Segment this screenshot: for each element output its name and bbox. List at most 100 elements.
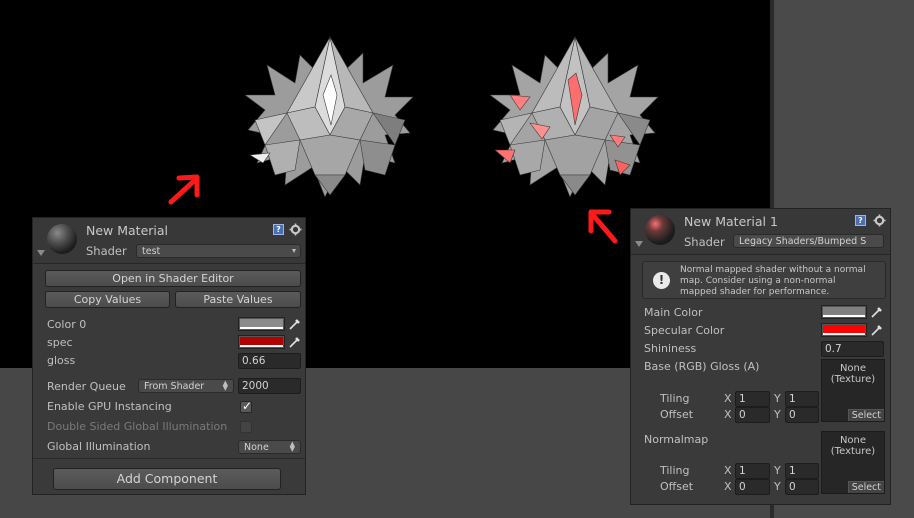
- material-title: New Material: [86, 223, 169, 238]
- shininess-label: Shininess: [644, 342, 697, 355]
- eyedropper-icon[interactable]: [289, 336, 301, 348]
- red-arrow-right-icon: [588, 209, 618, 244]
- double-sided-gi-label: Double Sided Global Illumination: [47, 420, 228, 433]
- offset-x-input[interactable]: 0: [735, 407, 770, 423]
- shininess-input[interactable]: 0.7: [821, 341, 884, 357]
- texture-none-text: None: [839, 435, 867, 446]
- base-texture-slot[interactable]: None (Texture) Select: [821, 359, 885, 422]
- foldout-arrow-icon[interactable]: [635, 241, 643, 247]
- main-color-field[interactable]: [821, 305, 867, 319]
- help-line: map. Consider using a non-normal: [680, 276, 836, 286]
- main-color-label: Main Color: [644, 306, 703, 319]
- offset-label: Offset: [660, 480, 694, 493]
- shader-dropdown[interactable]: Legacy Shaders/Bumped S: [733, 234, 884, 248]
- open-shader-editor-button[interactable]: Open in Shader Editor: [45, 270, 301, 287]
- material-title: New Material 1: [684, 214, 778, 229]
- render-queue-dropdown[interactable]: From Shader ▲ ▼: [138, 379, 234, 393]
- spiky-mesh-right: [490, 35, 659, 198]
- help-box: ! Normal mapped shader without a normal …: [642, 261, 886, 299]
- main-color-alpha: [823, 315, 865, 317]
- gloss-input[interactable]: 0.66: [238, 353, 301, 369]
- offset-x-input[interactable]: 0: [735, 479, 770, 495]
- specular-color-alpha: [823, 333, 865, 335]
- help-line: Normal mapped shader without a normal: [680, 265, 866, 275]
- tiling-label: Tiling: [660, 392, 690, 405]
- normalmap-slot[interactable]: None (Texture) Select: [821, 431, 885, 494]
- texture-type-text: (Texture): [830, 446, 876, 457]
- color0-swatch: [240, 319, 283, 327]
- texture-select-button[interactable]: Select: [847, 481, 884, 493]
- render-queue-input[interactable]: 2000: [238, 378, 301, 394]
- offset-x-label: X: [724, 480, 732, 493]
- specular-color-field[interactable]: [821, 323, 867, 337]
- help-icon[interactable]: ?: [855, 215, 866, 226]
- material-header: New Material Shader test ?: [33, 218, 305, 264]
- global-illumination-label: Global Illumination: [47, 440, 151, 453]
- chevron-down-icon: [292, 249, 296, 253]
- tiling-x-label: X: [724, 392, 732, 405]
- copy-values-button[interactable]: Copy Values: [45, 291, 170, 308]
- main-color-swatch: [823, 307, 865, 315]
- shader-value: Legacy Shaders/Bumped S: [739, 236, 867, 247]
- offset-y-input[interactable]: 0: [785, 407, 819, 423]
- spec-color-field[interactable]: [238, 335, 285, 349]
- shader-label: Shader: [684, 235, 725, 249]
- material-header: New Material 1 Shader Legacy Shaders/Bum…: [631, 209, 890, 255]
- color0-alpha: [240, 327, 283, 329]
- tiling-y-label: Y: [774, 392, 781, 405]
- normalmap-label: Normalmap: [644, 433, 709, 446]
- material-preview-sphere: [47, 224, 77, 254]
- divider: [33, 458, 305, 459]
- info-icon: !: [653, 272, 670, 289]
- updown-arrow-icon: ▲ ▼: [222, 379, 228, 392]
- gear-icon[interactable]: [289, 223, 302, 236]
- global-illumination-dropdown[interactable]: None ▲ ▼: [238, 440, 301, 454]
- eyedropper-icon[interactable]: [289, 318, 301, 330]
- gloss-label: gloss: [47, 354, 76, 367]
- texture-type-text: (Texture): [830, 374, 876, 385]
- specular-color-label: Specular Color: [644, 324, 725, 337]
- texture-select-button[interactable]: Select: [847, 409, 884, 421]
- material-inspector-right: New Material 1 Shader Legacy Shaders/Bum…: [630, 208, 891, 505]
- eyedropper-icon[interactable]: [871, 306, 883, 318]
- tiling-y-input[interactable]: 1: [785, 391, 819, 407]
- material-inspector-left: New Material Shader test ? Open in Shade…: [32, 217, 306, 495]
- shader-value: test: [142, 246, 161, 257]
- tiling-x-input[interactable]: 1: [735, 391, 770, 407]
- tiling-x-input[interactable]: 1: [735, 463, 770, 479]
- help-line: mapped shader for performance.: [680, 287, 830, 297]
- render-queue-mode: From Shader: [144, 381, 205, 392]
- offset-y-label: Y: [774, 408, 781, 421]
- offset-label: Offset: [660, 408, 694, 421]
- base-texture-label: Base (RGB) Gloss (A): [644, 360, 760, 373]
- updown-arrow-icon: ▲ ▼: [289, 440, 295, 453]
- red-arrow-left-icon: [168, 174, 200, 205]
- eyedropper-icon[interactable]: [871, 324, 883, 336]
- help-icon[interactable]: ?: [273, 224, 284, 235]
- material-preview-sphere: [645, 215, 675, 245]
- gpu-instancing-label: Enable GPU Instancing: [47, 400, 172, 413]
- specular-color-swatch: [823, 325, 865, 333]
- tiling-y-label: Y: [774, 464, 781, 477]
- help-text: Normal mapped shader without a normal ma…: [680, 265, 866, 298]
- color0-field[interactable]: [238, 317, 285, 331]
- tiling-y-input[interactable]: 1: [785, 463, 819, 479]
- gear-icon[interactable]: [873, 214, 886, 227]
- shader-dropdown[interactable]: test: [136, 244, 301, 258]
- paste-values-button[interactable]: Paste Values: [175, 291, 301, 308]
- spec-label: spec: [47, 336, 73, 349]
- add-component-button[interactable]: Add Component: [53, 468, 281, 490]
- global-illumination-value: None: [244, 442, 269, 453]
- offset-y-label: Y: [774, 480, 781, 493]
- offset-y-input[interactable]: 0: [785, 479, 819, 495]
- gpu-instancing-checkbox[interactable]: ✓: [240, 399, 253, 413]
- texture-none-text: None: [839, 363, 867, 374]
- color0-label: Color 0: [47, 318, 87, 331]
- render-queue-label: Render Queue: [47, 380, 126, 393]
- foldout-arrow-icon[interactable]: [37, 250, 45, 256]
- tiling-x-label: X: [724, 464, 732, 477]
- spiky-mesh-left: [245, 35, 414, 198]
- tiling-label: Tiling: [660, 464, 690, 477]
- shader-label: Shader: [86, 244, 127, 258]
- checkmark-icon: ✓: [242, 399, 253, 413]
